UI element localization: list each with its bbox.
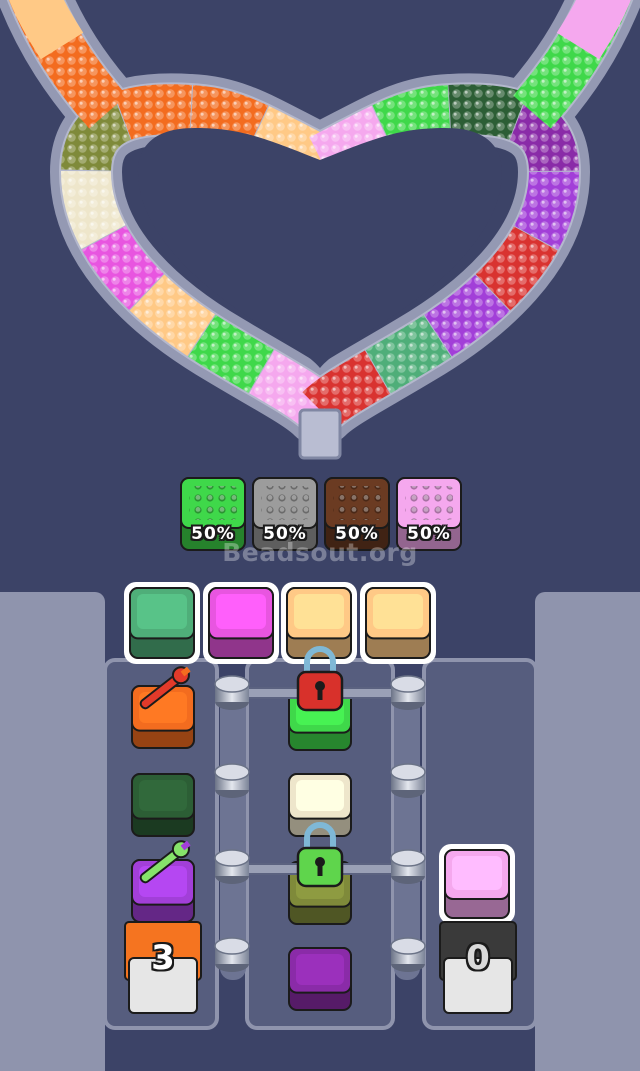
game-board — [0, 0, 640, 1071]
bolt-icon — [390, 849, 426, 884]
bead-track — [0, 0, 640, 460]
spawner-count: 3 — [151, 938, 175, 978]
bead-segment — [556, 0, 631, 60]
bead-segment — [9, 0, 84, 60]
board-block[interactable] — [439, 844, 515, 924]
board-block[interactable] — [131, 773, 195, 837]
bolt-icon — [214, 675, 250, 710]
bolt-icon — [214, 849, 250, 884]
bolt-icon — [390, 675, 426, 710]
bolt-icon — [214, 763, 250, 798]
bolt-icon — [390, 937, 426, 972]
holding-slot[interactable] — [203, 582, 279, 664]
watermark: Beadsout.org — [222, 538, 418, 567]
bolt-icon — [214, 937, 250, 972]
holding-row — [124, 582, 436, 664]
bolt-icon — [390, 763, 426, 798]
holding-slot[interactable] — [124, 582, 200, 664]
board-block[interactable] — [288, 947, 352, 1011]
spawner-count: 0 — [466, 938, 490, 978]
holding-slot[interactable] — [360, 582, 436, 664]
track-outlet — [298, 408, 342, 460]
